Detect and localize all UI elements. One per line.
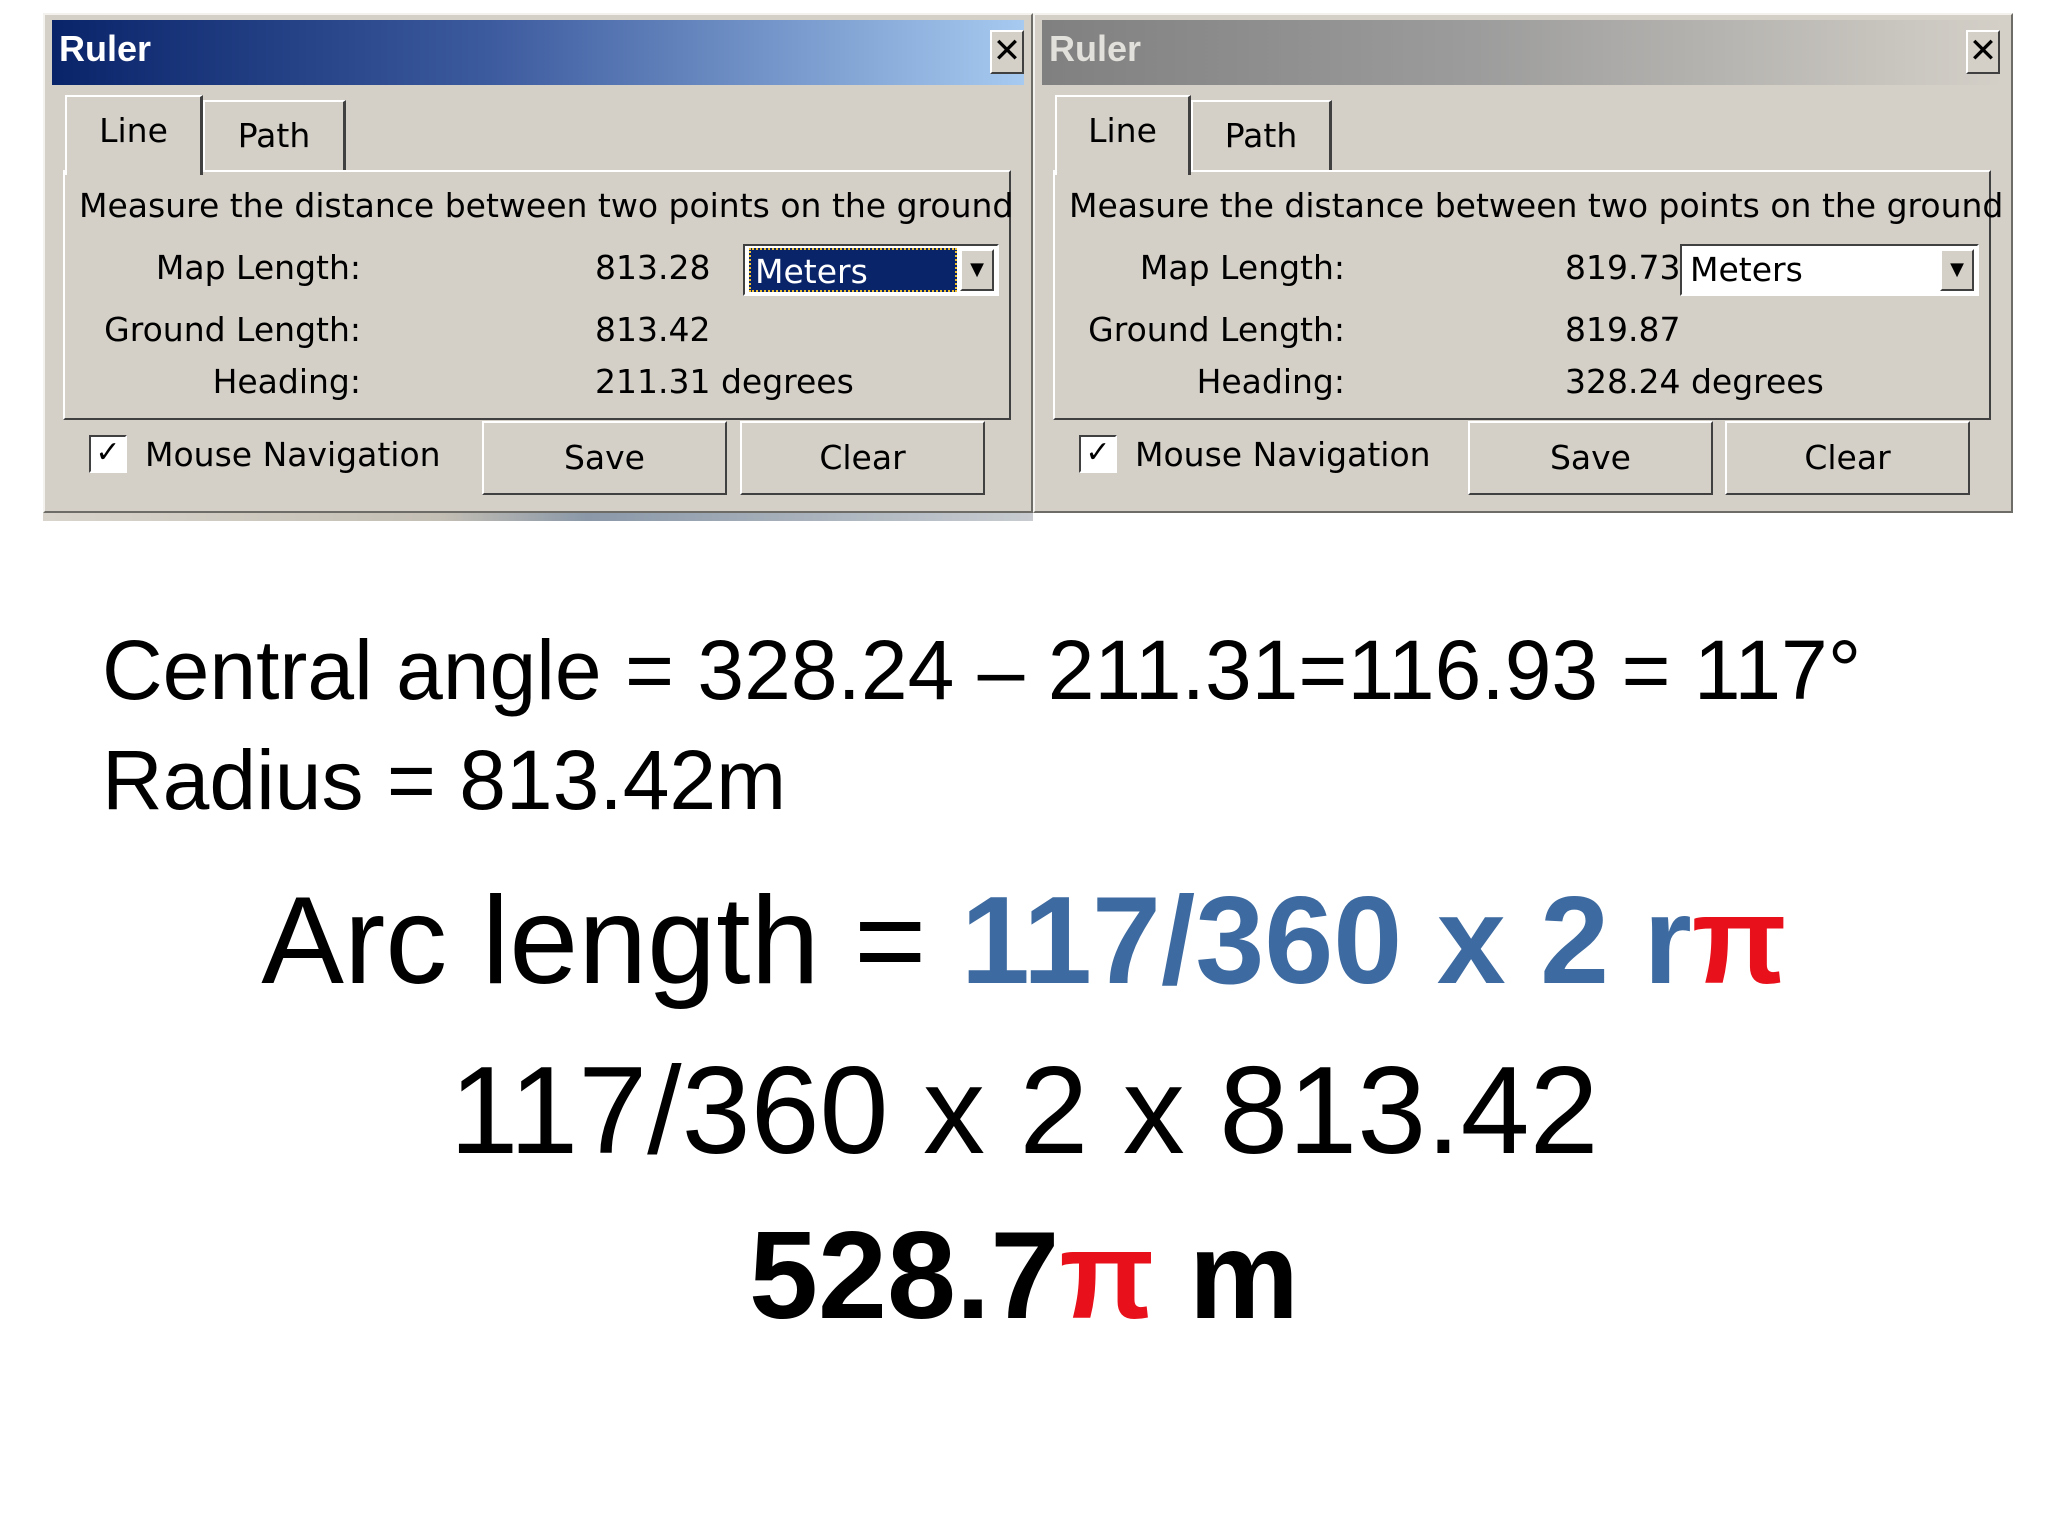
window-title: Ruler: [1049, 28, 1142, 69]
tab-line[interactable]: Line: [1055, 95, 1191, 175]
mouse-navigation-label[interactable]: Mouse Navigation: [1135, 435, 1431, 474]
heading-value: 211.31 degrees: [595, 362, 854, 401]
map-length-value: 813.28: [595, 248, 711, 287]
ruler-window-inactive: Ruler ✕ Line Path Measure the distance b…: [1033, 13, 2013, 513]
tab-path[interactable]: Path: [1191, 100, 1332, 172]
arc-length-prefix: Arc length =: [261, 872, 961, 1010]
map-background-strip: [43, 513, 1033, 521]
close-icon[interactable]: ✕: [990, 30, 1024, 74]
ground-length-value: 813.42: [595, 310, 711, 349]
result-pi-symbol: π: [1059, 1207, 1155, 1345]
mouse-navigation-checkbox[interactable]: ✓: [89, 435, 127, 473]
central-angle-text: Central angle = 328.24 – 211.31=116.93 =…: [102, 623, 1862, 717]
save-button[interactable]: Save: [1468, 421, 1713, 495]
close-icon[interactable]: ✕: [1966, 30, 2000, 74]
unit-dropdown[interactable]: Meters ▼: [1680, 244, 1979, 296]
substitution-line: 117/360 x 2 x 813.42: [449, 1042, 1599, 1180]
window-title: Ruler: [59, 28, 152, 69]
unit-selected: Meters: [749, 248, 957, 292]
map-length-value: 819.73: [1565, 248, 1681, 287]
ground-length-label: Ground Length:: [1088, 310, 1345, 349]
line-tab-panel: Measure the distance between two points …: [1053, 170, 2003, 420]
ground-length-value: 819.87: [1565, 310, 1681, 349]
chevron-down-icon[interactable]: ▼: [960, 249, 994, 291]
panel-description: Measure the distance between two points …: [79, 186, 1014, 225]
map-length-label: Map Length:: [1139, 248, 1345, 287]
unit-selected: Meters: [1690, 250, 1803, 289]
tab-line[interactable]: Line: [65, 95, 203, 175]
mouse-navigation-checkbox[interactable]: ✓: [1079, 435, 1117, 473]
arc-length-formula: Arc length = 117/360 x 2 rπ: [0, 870, 2048, 1012]
mouse-navigation-label[interactable]: Mouse Navigation: [145, 435, 441, 474]
result-number: 528.7: [749, 1207, 1060, 1345]
clear-button[interactable]: Clear: [740, 421, 985, 495]
pi-symbol: π: [1691, 872, 1787, 1010]
title-bar[interactable]: Ruler ✕: [52, 20, 1024, 85]
result-line: 528.7π m: [0, 1205, 2048, 1347]
tab-path[interactable]: Path: [203, 100, 346, 172]
save-button[interactable]: Save: [482, 421, 727, 495]
clear-button[interactable]: Clear: [1725, 421, 1970, 495]
panel-description: Measure the distance between two points …: [1069, 186, 2004, 225]
heading-label: Heading:: [1196, 362, 1345, 401]
line-tab-panel: Measure the distance between two points …: [63, 170, 1014, 420]
ruler-window-active: Ruler ✕ Line Path Measure the distance b…: [43, 13, 1033, 513]
heading-label: Heading:: [212, 362, 361, 401]
map-length-label: Map Length:: [155, 248, 361, 287]
radius-text: Radius = 813.42m: [102, 733, 787, 827]
result-unit: m: [1154, 1207, 1299, 1345]
title-bar[interactable]: Ruler ✕: [1042, 20, 2004, 85]
heading-value: 328.24 degrees: [1565, 362, 1824, 401]
chevron-down-icon[interactable]: ▼: [1940, 249, 1974, 291]
ground-length-label: Ground Length:: [104, 310, 361, 349]
unit-dropdown[interactable]: Meters ▼: [743, 244, 999, 296]
arc-formula-term: 117/360 x 2 r: [960, 872, 1692, 1010]
